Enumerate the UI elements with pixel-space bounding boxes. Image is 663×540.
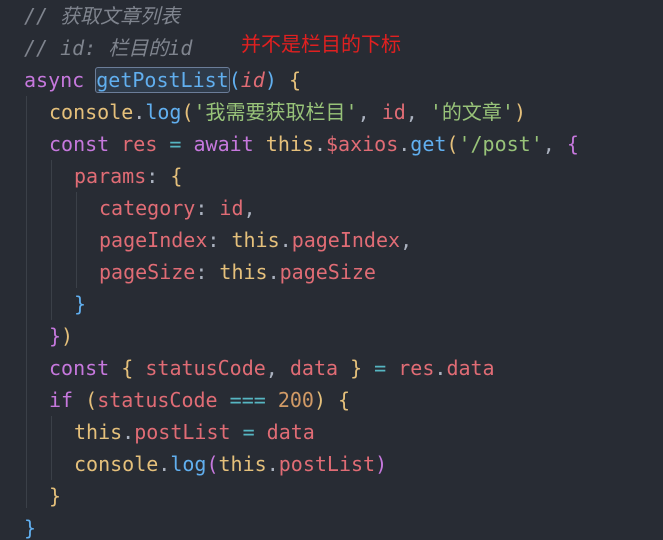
code-line-5: const res = await this.$axios.get('/post… <box>49 132 579 156</box>
indent-guide <box>51 416 52 480</box>
indent-guide <box>51 160 52 320</box>
identifier: statusCode <box>145 356 266 380</box>
string-literal: '我需要获取栏目' <box>193 100 358 124</box>
identifier: data <box>289 356 339 380</box>
property: pageIndex <box>99 228 208 252</box>
annotation-text: 并不是栏目的下标 <box>241 32 401 56</box>
method: log <box>170 452 207 476</box>
keyword: this <box>265 132 314 156</box>
comment: // id: 栏目的id <box>24 36 193 60</box>
keyword: async <box>24 68 85 92</box>
code-line-2: // id: 栏目的id <box>24 32 192 64</box>
code-line-12: const { statusCode, data } = res.data <box>49 356 495 380</box>
code-line-14: this.postList = data <box>74 420 315 444</box>
code-line-16: } <box>49 484 62 508</box>
property: pageSize <box>99 260 196 284</box>
property: params <box>74 164 147 188</box>
method: log <box>145 100 182 124</box>
property: postList <box>134 420 231 444</box>
code-line-7: category: id, <box>99 196 256 220</box>
identifier: statusCode <box>97 388 218 412</box>
keyword: this <box>74 420 123 444</box>
code-line-13: if (statusCode === 200) { <box>49 388 351 412</box>
keyword: this <box>231 228 280 252</box>
identifier: id <box>381 100 406 124</box>
identifier: id <box>219 196 244 220</box>
function-name: getPostList <box>95 67 230 93</box>
keyword: const <box>49 132 110 156</box>
code-line-11: }) <box>49 324 74 348</box>
code-line-9: pageSize: this.pageSize <box>99 260 376 284</box>
property: category <box>99 196 196 220</box>
code-line-6: params: { <box>74 164 183 188</box>
code-editor[interactable]: // 获取文章列表 // id: 栏目的id 并不是栏目的下标 async ge… <box>0 0 663 540</box>
code-line-3: async getPostList(id) { <box>24 67 301 93</box>
code-line-8: pageIndex: this.pageIndex, <box>99 228 413 252</box>
keyword: this <box>218 452 267 476</box>
identifier: data <box>266 420 315 444</box>
code-line-4: console.log('我需要获取栏目', id, '的文章') <box>49 100 527 124</box>
identifier: console <box>49 100 134 124</box>
property: postList <box>278 452 376 476</box>
property: $axios <box>326 132 399 156</box>
keyword: await <box>193 132 254 156</box>
indent-guide <box>26 96 27 508</box>
identifier: res <box>398 356 435 380</box>
keyword: this <box>219 260 268 284</box>
property: pageIndex <box>291 228 401 252</box>
code-line-17: } <box>24 516 37 540</box>
indent-guide <box>76 192 77 288</box>
property: data <box>446 356 495 380</box>
code-line-1: // 获取文章列表 <box>24 0 180 32</box>
parameter: id <box>240 68 265 92</box>
code-line-15: console.log(this.postList) <box>74 452 388 476</box>
number-literal: 200 <box>277 388 314 412</box>
identifier: res <box>121 132 158 156</box>
keyword: const <box>49 356 110 380</box>
comment: // 获取文章列表 <box>24 4 181 28</box>
string-literal: '的文章' <box>429 100 514 124</box>
method: get <box>410 132 447 156</box>
code-line-10: } <box>74 292 87 316</box>
keyword: if <box>49 388 74 412</box>
property: pageSize <box>279 260 376 284</box>
identifier: console <box>74 452 159 476</box>
string-literal: '/post' <box>458 132 543 156</box>
